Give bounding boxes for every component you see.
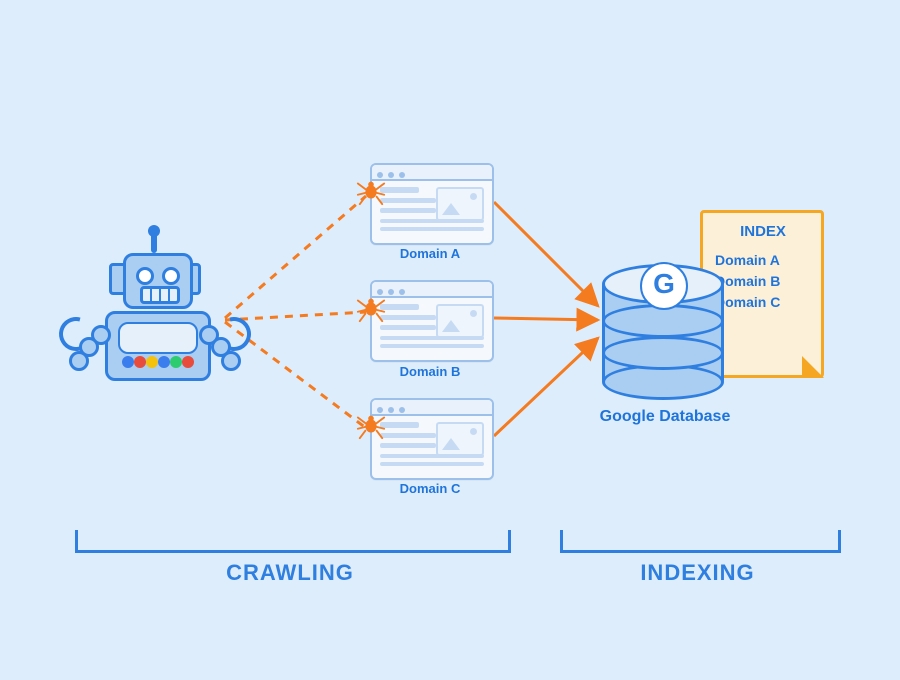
index-title: INDEX (715, 223, 811, 240)
spider-icon (356, 293, 386, 323)
domain-label-a: Domain A (370, 246, 490, 261)
index-row: Domain C (715, 294, 811, 310)
index-row: Domain A (715, 252, 811, 268)
robot-color-dots (122, 356, 194, 368)
domain-label-c: Domain C (370, 481, 490, 496)
domain-card-c (370, 398, 494, 480)
bracket-indexing (560, 530, 841, 553)
domain-card-b (370, 280, 494, 362)
domain-label-b: Domain B (370, 364, 490, 379)
database-label: Google Database (565, 408, 765, 426)
phase-label-indexing: INDEXING (560, 560, 835, 586)
database-badge: G (640, 262, 688, 310)
bracket-crawling (75, 530, 511, 553)
phase-label-crawling: CRAWLING (75, 560, 505, 586)
domain-card-a (370, 163, 494, 245)
spider-icon (356, 176, 386, 206)
googlebot-robot-icon (85, 235, 225, 395)
database-icon: G (602, 264, 718, 396)
index-row: Domain B (715, 273, 811, 289)
spider-icon (356, 410, 386, 440)
